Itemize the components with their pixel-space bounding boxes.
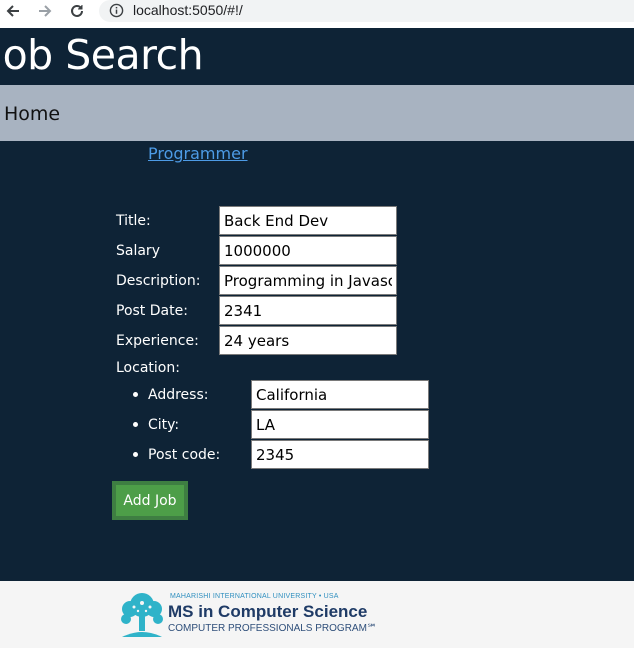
reload-icon[interactable] bbox=[66, 0, 88, 22]
address-field[interactable] bbox=[251, 380, 429, 409]
browser-toolbar: localhost:5050/#!/ bbox=[0, 0, 634, 28]
salary-field[interactable] bbox=[219, 236, 397, 265]
add-job-button[interactable]: Add Job bbox=[112, 481, 188, 520]
info-icon[interactable] bbox=[109, 3, 124, 23]
tree-logo-icon bbox=[121, 593, 163, 637]
url-text[interactable]: localhost:5050/#!/ bbox=[133, 2, 243, 18]
title-label: Title: bbox=[116, 213, 151, 229]
salary-label: Salary bbox=[116, 243, 160, 259]
address-label: Address: bbox=[148, 387, 209, 403]
address-bar[interactable]: localhost:5050/#!/ bbox=[99, 0, 634, 22]
job-link-programmer[interactable]: Programmer bbox=[148, 144, 248, 163]
bullet-icon bbox=[133, 392, 138, 397]
post-date-field[interactable] bbox=[219, 296, 397, 325]
experience-label: Experience: bbox=[116, 333, 199, 349]
description-field[interactable] bbox=[219, 266, 397, 295]
experience-field[interactable] bbox=[219, 326, 397, 355]
main-content: Programmer Title: Salary Description: Po… bbox=[0, 141, 634, 581]
title-field[interactable] bbox=[219, 206, 397, 235]
footer-university: MAHARISHI INTERNATIONAL UNIVERSITY • USA bbox=[170, 593, 339, 600]
footer-program-title: MS in Computer Science bbox=[168, 602, 368, 621]
back-arrow-icon[interactable] bbox=[2, 0, 24, 22]
footer: MAHARISHI INTERNATIONAL UNIVERSITY • USA… bbox=[0, 581, 634, 648]
nav-bar: Home bbox=[0, 85, 634, 141]
forward-arrow-icon[interactable] bbox=[34, 0, 56, 22]
footer-program-subtitle: COMPUTER PROFESSIONALS PROGRAM℠ bbox=[168, 623, 378, 634]
location-label: Location: bbox=[116, 360, 180, 376]
post-code-label: Post code: bbox=[148, 447, 221, 463]
page-title: Job Search bbox=[0, 31, 204, 79]
home-link[interactable]: Home bbox=[4, 103, 60, 125]
bullet-icon bbox=[133, 422, 138, 427]
bullet-icon bbox=[133, 452, 138, 457]
post-date-label: Post Date: bbox=[116, 303, 188, 319]
city-label: City: bbox=[148, 417, 180, 433]
post-code-field[interactable] bbox=[251, 440, 429, 469]
city-field[interactable] bbox=[251, 410, 429, 439]
app-header: Job Search bbox=[0, 28, 634, 85]
description-label: Description: bbox=[116, 273, 201, 289]
